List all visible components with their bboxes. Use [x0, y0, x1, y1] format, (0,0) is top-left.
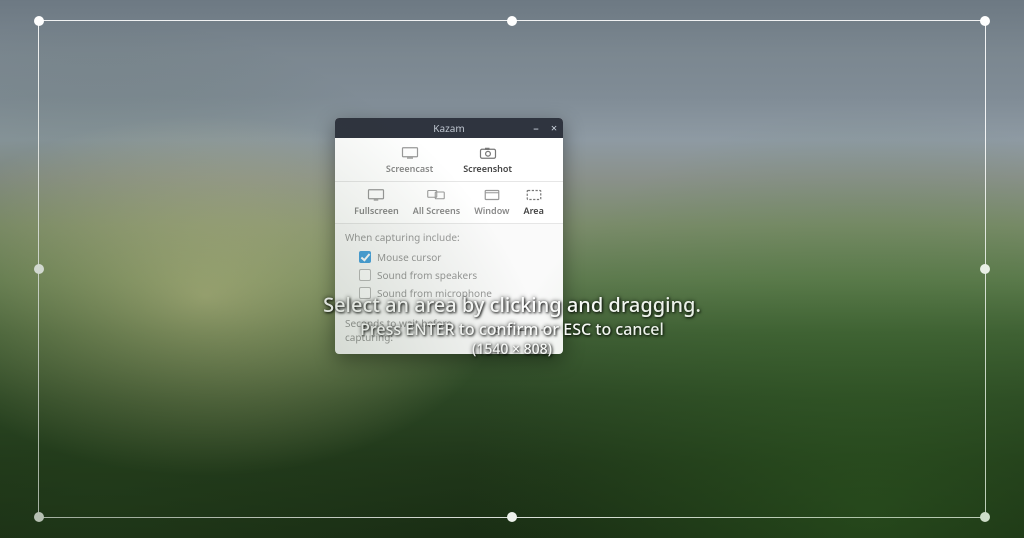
close-button[interactable]: ×	[549, 123, 559, 133]
area-button[interactable]: Area	[524, 188, 544, 217]
delay-decrease-button[interactable]: −	[513, 322, 529, 338]
allscreens-icon	[427, 188, 445, 202]
screenshot-icon	[479, 146, 497, 160]
screenshot-label: Screenshot	[463, 162, 512, 175]
resize-handle-bottom-right[interactable]	[980, 512, 990, 522]
include-section: When capturing include: Mouse cursor Sou…	[335, 224, 563, 310]
mouse-cursor-checkbox[interactable]	[359, 251, 371, 263]
window-title: Kazam	[433, 121, 464, 135]
mode-toolbar: Screencast Screenshot	[335, 138, 563, 182]
resize-handle-top-middle[interactable]	[507, 16, 517, 26]
desktop-background: Kazam – × Screencast Screenshot	[0, 0, 1024, 538]
resize-handle-bottom-middle[interactable]	[507, 512, 517, 522]
mouse-cursor-label: Mouse cursor	[377, 250, 441, 264]
delay-label: Seconds to wait before capturing:	[345, 316, 483, 344]
area-label: Area	[524, 204, 544, 217]
delay-increase-button[interactable]: +	[537, 322, 553, 338]
delay-value: 5	[489, 323, 507, 337]
fullscreen-icon	[367, 188, 385, 202]
area-icon	[525, 188, 543, 202]
fullscreen-label: Fullscreen	[354, 204, 399, 217]
resize-handle-bottom-left[interactable]	[34, 512, 44, 522]
include-heading: When capturing include:	[345, 230, 553, 244]
delay-row: Seconds to wait before capturing: 5 − +	[335, 310, 563, 354]
screencast-mode-button[interactable]: Screencast	[386, 146, 433, 175]
speakers-label: Sound from speakers	[377, 268, 477, 282]
minimize-button[interactable]: –	[531, 123, 541, 133]
allscreens-label: All Screens	[413, 204, 460, 217]
speakers-checkbox-row[interactable]: Sound from speakers	[345, 266, 553, 284]
microphone-checkbox-row[interactable]: Sound from microphone	[345, 284, 553, 302]
resize-handle-top-right[interactable]	[980, 16, 990, 26]
speakers-checkbox[interactable]	[359, 269, 371, 281]
allscreens-button[interactable]: All Screens	[413, 188, 460, 217]
screencast-label: Screencast	[386, 162, 433, 175]
target-toolbar: Fullscreen All Screens Window Area	[335, 182, 563, 224]
kazam-window: Kazam – × Screencast Screenshot	[335, 118, 563, 354]
screenshot-mode-button[interactable]: Screenshot	[463, 146, 512, 175]
window-icon	[483, 188, 501, 202]
microphone-checkbox[interactable]	[359, 287, 371, 299]
microphone-label: Sound from microphone	[377, 286, 492, 300]
resize-handle-middle-right[interactable]	[980, 264, 990, 274]
titlebar[interactable]: Kazam – ×	[335, 118, 563, 138]
window-button[interactable]: Window	[474, 188, 509, 217]
screencast-icon	[401, 146, 419, 160]
resize-handle-top-left[interactable]	[34, 16, 44, 26]
resize-handle-middle-left[interactable]	[34, 264, 44, 274]
mouse-cursor-checkbox-row[interactable]: Mouse cursor	[345, 248, 553, 266]
window-target-label: Window	[474, 204, 509, 217]
fullscreen-button[interactable]: Fullscreen	[354, 188, 399, 217]
